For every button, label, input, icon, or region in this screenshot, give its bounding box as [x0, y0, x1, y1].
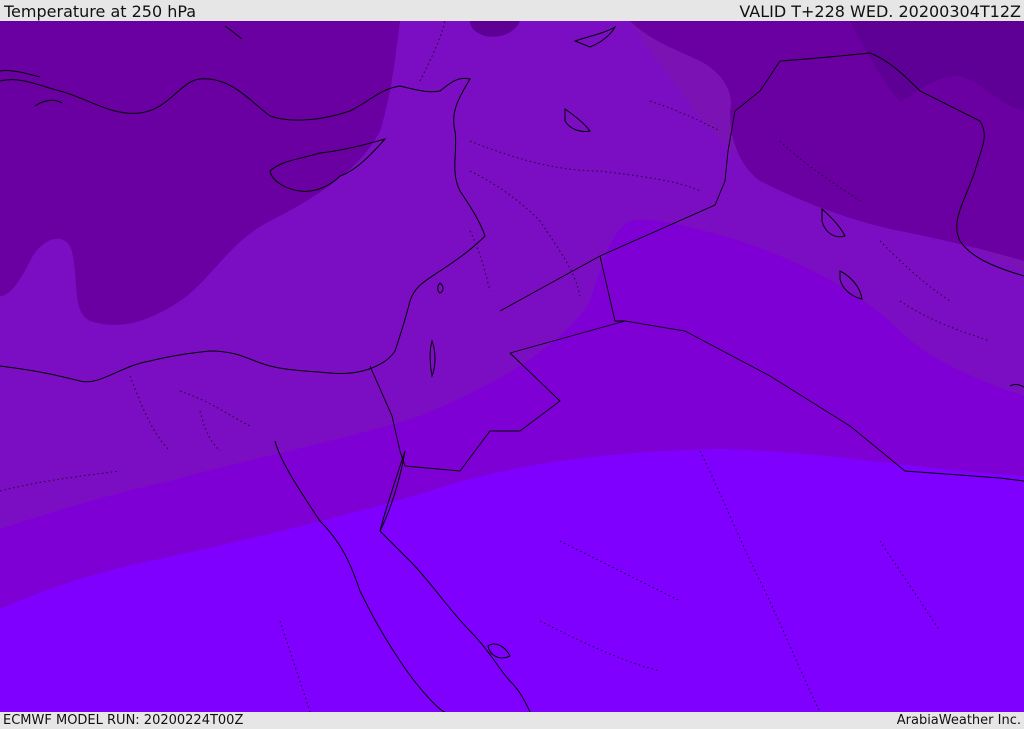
- map-footer: ECMWF MODEL RUN: 20200224T00Z ArabiaWeat…: [0, 712, 1024, 729]
- model-run: ECMWF MODEL RUN: 20200224T00Z: [3, 713, 244, 728]
- map-title: Temperature at 250 hPa: [4, 2, 197, 21]
- temperature-field-map: [0, 21, 1024, 712]
- credit-label: ArabiaWeather Inc.: [896, 713, 1021, 728]
- map-header: Temperature at 250 hPa VALID T+228 WED. …: [0, 0, 1024, 21]
- weather-map[interactable]: [0, 21, 1024, 712]
- valid-time: VALID T+228 WED. 20200304T12Z: [739, 2, 1021, 21]
